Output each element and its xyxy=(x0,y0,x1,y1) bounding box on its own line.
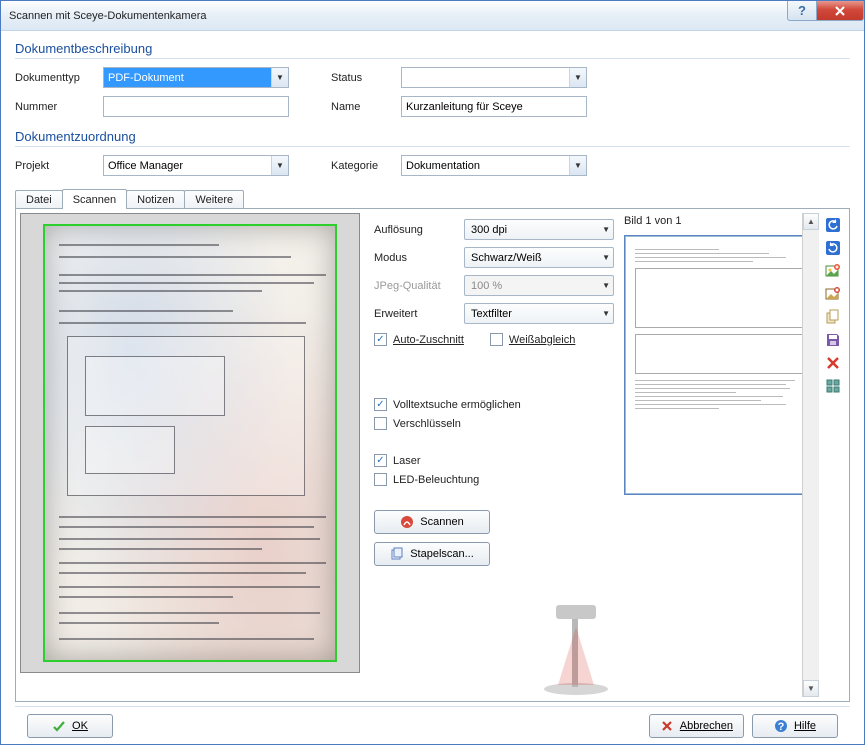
white-balance-checkbox[interactable] xyxy=(490,333,503,346)
help-icon: ? xyxy=(774,719,788,733)
dialog-window: Scannen mit Sceye-Dokumentenkamera ? Dok… xyxy=(0,0,865,745)
tab-body-scan: Auflösung 300 dpi▼ Modus Schwarz/Weiß▼ J… xyxy=(15,208,850,702)
white-balance-label: Weißabgleich xyxy=(509,334,575,346)
image-delete-icon[interactable] xyxy=(823,284,843,304)
project-combo[interactable]: Office Manager▼ xyxy=(103,155,289,176)
copy-icon[interactable] xyxy=(823,307,843,327)
titlebar: Scannen mit Sceye-Dokumentenkamera ? xyxy=(1,1,864,31)
laser-label: Laser xyxy=(393,455,421,467)
rotate-left-icon[interactable] xyxy=(823,215,843,235)
dialog-footer: OK Abbrechen ? Hilfe xyxy=(15,706,850,744)
section-description-header: Dokumentbeschreibung xyxy=(15,37,850,59)
project-label: Projekt xyxy=(15,160,103,172)
thumbnail-panel: Bild 1 von 1 xyxy=(622,213,845,697)
mode-label: Modus xyxy=(374,252,464,264)
tab-notes[interactable]: Notizen xyxy=(126,190,185,209)
name-input[interactable]: Kurzanleitung für Sceye xyxy=(401,96,587,117)
jpeg-quality-combo: 100 %▼ xyxy=(464,275,614,296)
svg-text:?: ? xyxy=(778,721,785,733)
mode-combo[interactable]: Schwarz/Weiß▼ xyxy=(464,247,614,268)
auto-crop-checkbox[interactable]: ✓ xyxy=(374,333,387,346)
help-button[interactable]: ? Hilfe xyxy=(752,714,838,738)
scroll-track[interactable] xyxy=(803,230,819,680)
batch-scan-button[interactable]: Stapelscan... xyxy=(374,542,490,566)
thumbnail-1[interactable] xyxy=(624,235,802,495)
image-add-icon[interactable] xyxy=(823,261,843,281)
fulltext-checkbox[interactable]: ✓ xyxy=(374,398,387,411)
advanced-combo[interactable]: Textfilter▼ xyxy=(464,303,614,324)
led-label: LED-Beleuchtung xyxy=(393,474,479,486)
scan-button[interactable]: Scannen xyxy=(374,510,490,534)
tab-scan[interactable]: Scannen xyxy=(62,189,127,209)
chevron-down-icon: ▼ xyxy=(602,309,610,318)
fulltext-label: Volltextsuche ermöglichen xyxy=(393,399,521,411)
rotate-right-icon[interactable] xyxy=(823,238,843,258)
chevron-down-icon: ▼ xyxy=(602,281,610,290)
help-titlebar-button[interactable]: ? xyxy=(787,1,817,21)
chevron-down-icon: ▼ xyxy=(569,68,586,87)
scan-icon xyxy=(400,515,414,529)
laser-checkbox[interactable]: ✓ xyxy=(374,454,387,467)
tab-bar: Datei Scannen Notizen Weitere xyxy=(15,190,850,209)
name-label: Name xyxy=(331,101,401,113)
chevron-down-icon: ▼ xyxy=(569,156,586,175)
category-combo[interactable]: Dokumentation▼ xyxy=(401,155,587,176)
camera-preview[interactable] xyxy=(20,213,360,673)
close-icon xyxy=(834,5,846,17)
jpeg-quality-label: JPeg-Qualität xyxy=(374,280,464,292)
chevron-down-icon: ▼ xyxy=(271,68,288,87)
ok-button[interactable]: OK xyxy=(27,714,113,738)
led-checkbox[interactable] xyxy=(374,473,387,486)
chevron-down-icon: ▼ xyxy=(602,225,610,234)
preview-document xyxy=(43,224,337,662)
delete-icon[interactable] xyxy=(823,353,843,373)
save-icon[interactable] xyxy=(823,330,843,350)
number-input[interactable] xyxy=(103,96,289,117)
thumbnail-toolbar xyxy=(821,213,845,697)
cancel-button[interactable]: Abbrechen xyxy=(649,714,744,738)
thumbnail-scrollbar[interactable]: ▲ ▼ xyxy=(802,213,819,697)
resolution-label: Auflösung xyxy=(374,224,464,236)
status-label: Status xyxy=(331,72,401,84)
scroll-up-button[interactable]: ▲ xyxy=(803,213,819,230)
batch-scan-icon xyxy=(390,547,404,561)
select-all-icon[interactable] xyxy=(823,376,843,396)
encrypt-checkbox[interactable] xyxy=(374,417,387,430)
scan-settings: Auflösung 300 dpi▼ Modus Schwarz/Weiß▼ J… xyxy=(366,213,616,697)
doctype-label: Dokumenttyp xyxy=(15,72,103,84)
auto-crop-label: Auto-Zuschnitt xyxy=(393,334,464,346)
category-label: Kategorie xyxy=(331,160,401,172)
number-label: Nummer xyxy=(15,101,103,113)
close-titlebar-button[interactable] xyxy=(816,1,864,21)
chevron-down-icon: ▼ xyxy=(602,253,610,262)
scanner-device-image xyxy=(536,587,616,697)
window-title: Scannen mit Sceye-Dokumentenkamera xyxy=(9,10,788,22)
advanced-label: Erweitert xyxy=(374,308,464,320)
tab-more[interactable]: Weitere xyxy=(184,190,244,209)
tab-file[interactable]: Datei xyxy=(15,190,63,209)
doctype-combo[interactable]: PDF-Dokument▼ xyxy=(103,67,289,88)
status-combo[interactable]: ▼ xyxy=(401,67,587,88)
thumbnail-header: Bild 1 von 1 xyxy=(622,213,802,231)
section-assignment-header: Dokumentzuordnung xyxy=(15,125,850,147)
scroll-down-button[interactable]: ▼ xyxy=(803,680,819,697)
cancel-icon xyxy=(660,719,674,733)
resolution-combo[interactable]: 300 dpi▼ xyxy=(464,219,614,240)
encrypt-label: Verschlüsseln xyxy=(393,418,461,430)
ok-icon xyxy=(52,719,66,733)
chevron-down-icon: ▼ xyxy=(271,156,288,175)
